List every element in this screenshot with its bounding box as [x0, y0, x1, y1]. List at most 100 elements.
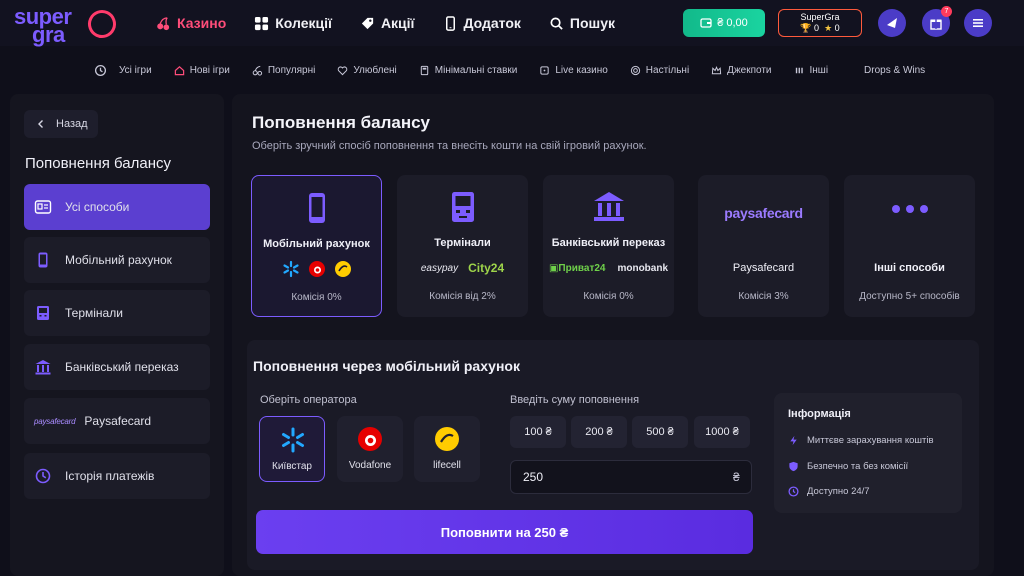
method-card-fee: Доступно 5+ способів: [859, 291, 960, 302]
sidebar-item-label: Термінали: [65, 306, 123, 320]
notification-badge: 7: [941, 6, 952, 17]
phone-icon: [445, 15, 455, 31]
vodafone-icon: [358, 427, 382, 451]
nav-search[interactable]: Пошук: [549, 15, 615, 31]
deposit-submit-button[interactable]: Поповнити на 250 ₴: [256, 510, 753, 554]
category-all-games-label: Усі ігри: [119, 64, 152, 76]
info-row-text: Безпечно та без комісії: [807, 461, 909, 472]
nav-casino[interactable]: Казино: [156, 15, 226, 31]
shield-icon: [789, 461, 798, 472]
trophy-count: 0: [814, 23, 820, 33]
operator-name: Vodafone: [348, 460, 392, 471]
nav-promotions-label: Акції: [380, 15, 415, 31]
home-icon: [174, 65, 184, 75]
operator-label: Оберіть оператора: [260, 394, 357, 406]
method-card-bank-transfer[interactable]: Банківський переказ ▣Приват24 monobank К…: [543, 175, 674, 317]
lifecell-icon: [435, 427, 459, 451]
category-jackpots-label: Джекпоти: [727, 64, 772, 76]
operator-name: Київстар: [272, 461, 312, 472]
operator-lifecell[interactable]: lifecell: [414, 416, 480, 482]
category-favorites[interactable]: Улюблені: [337, 65, 397, 76]
balance-value: ₴ 0,00: [717, 17, 748, 29]
nav-search-label: Пошук: [569, 15, 615, 31]
operator-vodafone[interactable]: Vodafone: [337, 416, 403, 482]
terminal-logos: easypay City24: [397, 259, 528, 277]
chip-icon: [630, 65, 640, 75]
sidebar-item-paysafecard[interactable]: paysafecard Paysafecard: [24, 398, 210, 444]
smartphone-icon: [38, 252, 48, 268]
main-nav: Казино Колекції Акції Додаток Пошук: [156, 0, 643, 46]
method-card-title: Paysafecard: [732, 262, 795, 274]
profile-box[interactable]: SuperGra 🏆 0 ★ 0: [778, 9, 862, 37]
method-card-paysafecard[interactable]: paysafecard Paysafecard Комісія 3%: [698, 175, 829, 317]
top-bar: super gra Казино Колекції Акції Додаток …: [0, 0, 1024, 47]
category-table-games-label: Настільні: [645, 64, 690, 76]
kyivstar-icon: [282, 260, 299, 278]
balance-button[interactable]: ₴ 0,00: [683, 9, 765, 37]
sidebar-item-payment-history[interactable]: Історія платежів: [24, 453, 210, 499]
category-live-casino[interactable]: Live казино: [539, 64, 608, 76]
category-popular[interactable]: Популярні: [252, 64, 316, 76]
method-card-mobile[interactable]: Мобільний рахунок Комісія 0%: [251, 175, 382, 317]
announcements-button[interactable]: [878, 9, 906, 37]
category-other[interactable]: Інші: [794, 65, 828, 76]
chevron-left-icon: [38, 120, 43, 128]
category-jackpots[interactable]: Джекпоти: [711, 64, 772, 76]
amount-input[interactable]: 250: [510, 460, 752, 494]
sidebar-item-bank-transfer[interactable]: Банківський переказ: [24, 344, 210, 390]
nav-app-label: Додаток: [463, 15, 521, 31]
method-card-fee: Комісія 0%: [583, 291, 634, 302]
sidebar-item-mobile[interactable]: Мобільний рахунок: [24, 237, 210, 283]
deposit-sidebar: Назад Поповнення балансу Усі способи Моб…: [10, 94, 224, 576]
heart-icon: [338, 65, 348, 75]
category-live-casino-label: Live казино: [555, 64, 608, 76]
lightning-icon: [790, 435, 797, 446]
amount-currency: ₴: [733, 470, 740, 484]
category-popular-label: Популярні: [267, 64, 316, 76]
amount-preset-100[interactable]: 100 ₴: [510, 416, 566, 448]
category-min-bets[interactable]: Мінімальні ставки: [419, 65, 517, 76]
back-button[interactable]: Назад: [24, 110, 98, 138]
method-card-fee: Комісія 0%: [291, 292, 342, 303]
category-table-games[interactable]: Настільні: [630, 65, 689, 76]
category-all-games[interactable]: Усі ігри: [94, 64, 152, 77]
panel-title: Поповнення через мобільний рахунок: [253, 358, 520, 374]
nav-promotions[interactable]: Акції: [360, 15, 415, 31]
sidebar-item-terminals[interactable]: Термінали: [24, 290, 210, 336]
sidebar-item-all-methods[interactable]: Усі способи: [24, 184, 210, 230]
amount-preset-500[interactable]: 500 ₴: [632, 416, 688, 448]
method-card-title: Банківський переказ: [551, 237, 666, 249]
sidebar-item-label: Paysafecard: [84, 414, 152, 428]
category-nav: Усі ігри Нові ігри Популярні Улюблені Мі…: [0, 56, 1024, 84]
rocket-icon: [84, 6, 120, 42]
info-row-text: Доступно 24/7: [807, 486, 870, 497]
page-title: Поповнення балансу: [252, 113, 430, 132]
grid-icon: [255, 16, 269, 30]
category-new-games[interactable]: Нові ігри: [174, 65, 230, 76]
bank-icon: [593, 192, 624, 221]
amount-preset-200[interactable]: 200 ₴: [571, 416, 627, 448]
sidebar-item-label: Історія платежів: [65, 469, 155, 483]
mobile-deposit-panel: Поповнення через мобільний рахунок Обері…: [247, 340, 979, 570]
supergra-logo[interactable]: super gra: [14, 4, 124, 47]
nav-collections[interactable]: Колекції: [254, 15, 332, 31]
nav-app[interactable]: Додаток: [443, 15, 521, 31]
nav-collections-label: Колекції: [275, 15, 332, 31]
page-subtitle: Оберіть зручний спосіб поповнення та вне…: [252, 140, 647, 152]
method-card-fee: Комісія 3%: [738, 291, 789, 302]
menu-button[interactable]: [964, 9, 992, 37]
method-card-other[interactable]: Інші способи Доступно 5+ способів: [844, 175, 975, 317]
sidebar-item-label: Мобільний рахунок: [65, 253, 172, 267]
gift-icon: [930, 19, 942, 30]
method-card-terminals[interactable]: Термінали easypay City24 Комісія від 2%: [397, 175, 528, 317]
category-drops-wins[interactable]: Drops & Wins: [864, 65, 925, 76]
method-card-title: Мобільний рахунок: [263, 238, 370, 250]
info-row-secure: Безпечно та без комісії: [788, 461, 908, 472]
category-drops-wins-label: Drops & Wins: [864, 64, 926, 76]
amount-preset-1000[interactable]: 1000 ₴: [694, 416, 750, 448]
star-count: 0: [834, 23, 840, 33]
back-button-label: Назад: [56, 118, 88, 130]
info-row-instant: Миттєве зарахування коштів: [788, 435, 934, 446]
profile-stats: 🏆 0 ★ 0: [779, 23, 861, 34]
operator-kyivstar[interactable]: Київстар: [259, 416, 325, 482]
